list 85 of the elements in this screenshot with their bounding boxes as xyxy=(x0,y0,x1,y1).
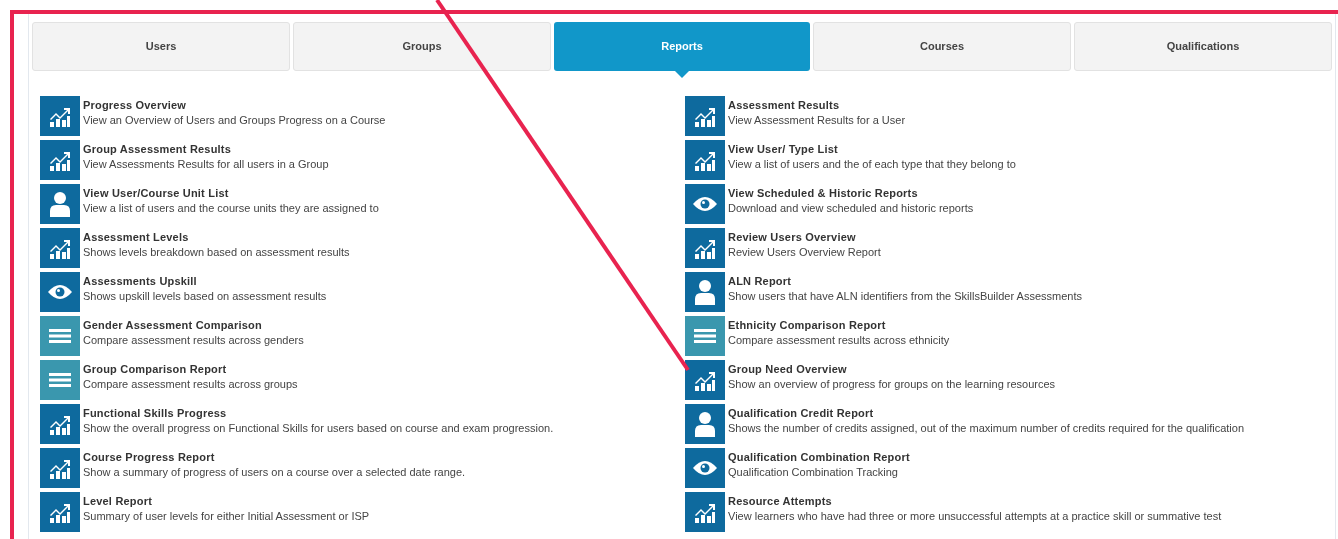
report-description: Show a summary of progress of users on a course over a selected date range. xyxy=(83,465,466,480)
tab-pointer xyxy=(675,71,689,78)
chart-icon xyxy=(48,105,72,127)
tab[interactable]: Qualifications xyxy=(1074,22,1332,71)
report-icon-tile[interactable] xyxy=(40,448,80,488)
report-icon-tile[interactable] xyxy=(40,140,80,180)
chart-icon xyxy=(693,237,717,259)
report-title[interactable]: Qualification Credit Report xyxy=(728,406,1245,420)
report-icon-tile[interactable] xyxy=(685,96,725,136)
tab[interactable]: Groups xyxy=(293,22,551,71)
chart-icon xyxy=(48,149,72,171)
report-title[interactable]: View User/Course Unit List xyxy=(83,186,379,200)
report-description: Compare assessment results across groups xyxy=(83,377,298,392)
eye-icon xyxy=(692,460,718,476)
report-title[interactable]: Assessment Results xyxy=(728,98,906,112)
report-icon-tile[interactable] xyxy=(40,316,80,356)
report-title[interactable]: Resource Attempts xyxy=(728,494,1222,508)
report-title[interactable]: Qualification Combination Report xyxy=(728,450,910,464)
report-title[interactable]: Group Comparison Report xyxy=(83,362,298,376)
report-icon-tile[interactable] xyxy=(40,96,80,136)
report-title[interactable]: ALN Report xyxy=(728,274,1082,288)
chart-icon xyxy=(48,501,72,523)
chart-icon xyxy=(48,413,72,435)
report-icon-tile[interactable] xyxy=(685,140,725,180)
report-icon-tile[interactable] xyxy=(40,184,80,224)
report-description: Shows levels breakdown based on assessment results xyxy=(83,245,350,260)
list-icon xyxy=(694,329,716,343)
report-description: View Assessment Results for a User xyxy=(728,113,906,128)
report-title[interactable]: Group Need Overview xyxy=(728,362,1056,376)
report-title[interactable]: Review Users Overview xyxy=(728,230,881,244)
report-description: Download and view scheduled and historic reports xyxy=(728,201,974,216)
list-icon xyxy=(49,329,71,343)
report-icon-tile[interactable] xyxy=(685,448,725,488)
tab[interactable]: Courses xyxy=(813,22,1071,71)
report-description: Show an overview of progress for groups on the learning resources xyxy=(728,377,1056,392)
report-title[interactable]: View Scheduled & Historic Reports xyxy=(728,186,974,200)
report-description: Qualification Combination Tracking xyxy=(728,465,899,480)
report-description: Compare assessment results across genders xyxy=(83,333,304,348)
person-icon xyxy=(695,279,715,305)
report-icon-tile[interactable] xyxy=(685,404,725,444)
report-icon-tile[interactable] xyxy=(40,404,80,444)
report-title[interactable]: Progress Overview xyxy=(83,98,386,112)
report-icon-tile[interactable] xyxy=(40,360,80,400)
report-icon-tile[interactable] xyxy=(40,228,80,268)
report-title[interactable]: View User/ Type List xyxy=(728,142,1016,156)
person-icon xyxy=(695,411,715,437)
report-icon-tile[interactable] xyxy=(685,184,725,224)
report-title[interactable]: Ethnicity Comparison Report xyxy=(728,318,950,332)
person-icon xyxy=(50,191,70,217)
report-title[interactable]: Functional Skills Progress xyxy=(83,406,554,420)
report-title[interactable]: Group Assessment Results xyxy=(83,142,329,156)
report-description: Show the overall progress on Functional Skills for users based on course and exam progression. xyxy=(83,421,554,436)
report-icon-tile[interactable] xyxy=(685,228,725,268)
report-icon-tile[interactable] xyxy=(685,360,725,400)
report-title[interactable]: Assessment Levels xyxy=(83,230,350,244)
report-description: View a list of users and the course units they are assigned to xyxy=(83,201,379,216)
chart-icon xyxy=(693,149,717,171)
chart-icon xyxy=(48,457,72,479)
report-description: Review Users Overview Report xyxy=(728,245,881,260)
report-description: View Assessments Results for all users in a Group xyxy=(83,157,329,172)
chart-icon xyxy=(693,369,717,391)
report-icon-tile[interactable] xyxy=(685,272,725,312)
report-description: View a list of users and the of each type that they belong to xyxy=(728,157,1016,172)
report-icon-tile[interactable] xyxy=(685,316,725,356)
report-description: Shows upskill levels based on assessment results xyxy=(83,289,327,304)
report-icon-tile[interactable] xyxy=(40,492,80,532)
report-icon-tile[interactable] xyxy=(40,272,80,312)
eye-icon xyxy=(692,196,718,212)
report-title[interactable]: Gender Assessment Comparison xyxy=(83,318,304,332)
chart-icon xyxy=(693,105,717,127)
report-icon-tile[interactable] xyxy=(685,492,725,532)
report-title[interactable]: Assessments Upskill xyxy=(83,274,327,288)
report-description: Summary of user levels for either Initial Assessment or ISP xyxy=(83,509,370,524)
eye-icon xyxy=(47,284,73,300)
tab[interactable]: Users xyxy=(32,22,290,71)
chart-icon xyxy=(693,501,717,523)
report-description: Show users that have ALN identifiers from the SkillsBuilder Assessments xyxy=(728,289,1082,304)
report-title[interactable]: Level Report xyxy=(83,494,370,508)
list-icon xyxy=(49,373,71,387)
report-title[interactable]: Course Progress Report xyxy=(83,450,466,464)
report-description: View learners who have had three or more unsuccessful attempts at a practice skill or summative test xyxy=(728,509,1222,524)
report-description: Compare assessment results across ethnicity xyxy=(728,333,950,348)
report-description: View an Overview of Users and Groups Progress on a Course xyxy=(83,113,386,128)
chart-icon xyxy=(48,237,72,259)
report-description: Shows the number of credits assigned, out of the maximum number of credits required for the qualification xyxy=(728,421,1245,436)
